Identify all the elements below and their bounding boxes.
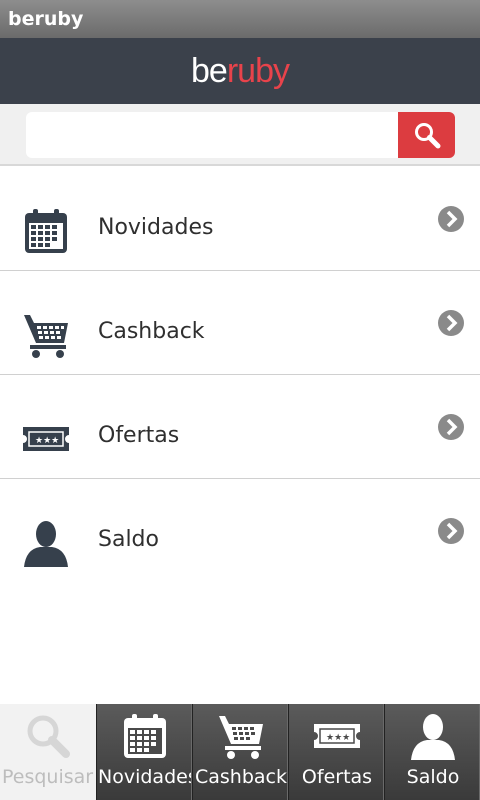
ticket-icon: ★★★ [23, 427, 69, 451]
tab-label: Cashback [194, 766, 287, 788]
tab-label: Ofertas [301, 766, 373, 788]
menu-item-label: Saldo [98, 527, 159, 552]
menu-item-cashback[interactable]: Cashback [0, 271, 480, 375]
beruby-logo: beruby [191, 51, 290, 91]
tab-pesquisar[interactable]: Pesquisar [0, 704, 96, 800]
search-icon [27, 715, 70, 758]
tab-label: Pesquisar [2, 766, 94, 788]
logo-part-ruby: ruby [226, 51, 290, 90]
calendar-icon [25, 209, 67, 253]
tab-label: Saldo [406, 766, 460, 788]
tab-saldo[interactable]: Saldo [384, 704, 480, 800]
menu-item-saldo[interactable]: Saldo [0, 479, 480, 583]
chevron-right-icon [438, 414, 464, 440]
tab-novidades[interactable]: Novidades [96, 704, 192, 800]
svg-text:★★★: ★★★ [35, 436, 59, 446]
calendar-icon [124, 714, 166, 758]
search-bar [0, 104, 480, 166]
tab-label: Novidades [98, 766, 192, 788]
ticket-icon: ★★★ [314, 724, 360, 748]
window-title: beruby [0, 0, 480, 38]
person-icon [411, 714, 455, 760]
main-menu: Novidades Cashback ★★★ Ofertas Saldo [0, 167, 480, 583]
svg-text:★★★: ★★★ [326, 733, 350, 743]
menu-item-label: Ofertas [98, 423, 180, 448]
cart-icon [24, 315, 68, 358]
menu-item-novidades[interactable]: Novidades [0, 167, 480, 271]
app-header: beruby [0, 38, 480, 104]
menu-item-ofertas[interactable]: ★★★ Ofertas [0, 375, 480, 479]
menu-item-label: Novidades [98, 215, 214, 240]
logo-part-be: be [191, 51, 228, 90]
chevron-right-icon [438, 310, 464, 336]
tab-cashback[interactable]: Cashback [192, 704, 288, 800]
search-input[interactable] [26, 112, 400, 158]
tab-ofertas[interactable]: ★★★ Ofertas [288, 704, 384, 800]
chevron-right-icon [438, 518, 464, 544]
search-icon [414, 123, 440, 149]
menu-item-label: Cashback [98, 319, 205, 344]
chevron-right-icon [438, 206, 464, 232]
bottom-tab-bar: Pesquisar Novidades Cashback ★★★ Ofertas… [0, 704, 480, 800]
search-button[interactable] [398, 112, 455, 158]
person-icon [24, 521, 68, 567]
cart-icon [219, 716, 263, 759]
